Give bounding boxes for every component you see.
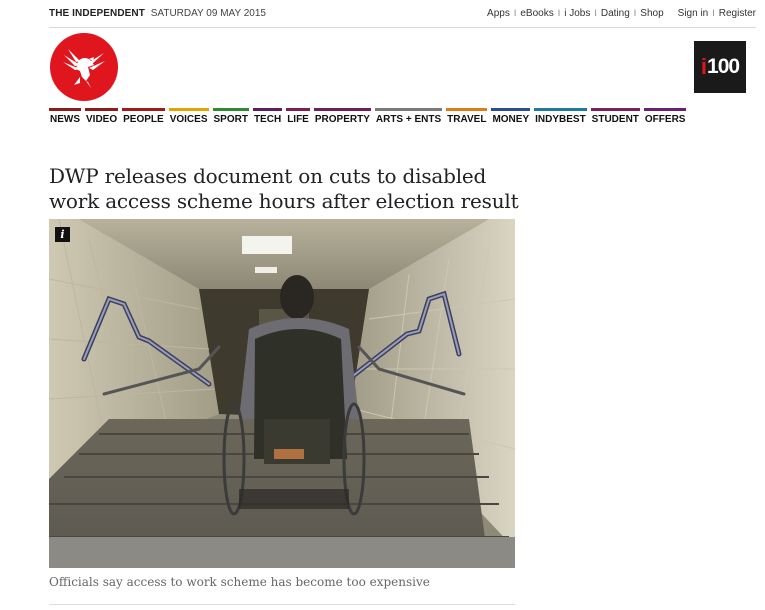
nav-item-arts-ents[interactable]: ARTS + ENTS <box>374 108 443 128</box>
nav-item-tech[interactable]: TECH <box>252 108 283 128</box>
nav-item-money[interactable]: MONEY <box>491 108 531 128</box>
info-icon[interactable]: i <box>55 227 70 242</box>
separator: I <box>513 8 517 18</box>
top-bar: THE INDEPENDENT SATURDAY 09 MAY 2015 App… <box>49 0 756 28</box>
nav-item-label: ARTS + ENTS <box>375 114 442 125</box>
i100-number: 100 <box>707 55 740 78</box>
link-ebooks[interactable]: eBooks <box>520 0 553 27</box>
nav-item-video[interactable]: VIDEO <box>85 108 119 128</box>
link-apps[interactable]: Apps <box>487 0 510 27</box>
independent-logo[interactable] <box>50 33 118 101</box>
nav-item-label: VIDEO <box>86 114 118 125</box>
nav-item-label: NEWS <box>50 114 80 125</box>
separator: I <box>712 8 715 18</box>
nav-item-label: INDYBEST <box>535 114 586 125</box>
separator: I <box>557 8 561 18</box>
eagle-icon <box>63 49 105 88</box>
nav-item-indybest[interactable]: INDYBEST <box>534 108 587 128</box>
masthead-date: SATURDAY 09 MAY 2015 <box>150 8 266 19</box>
nav-item-life[interactable]: LIFE <box>286 108 310 128</box>
separator: I <box>633 8 637 18</box>
nav-item-label: TECH <box>253 114 282 125</box>
nav-item-people[interactable]: PEOPLE <box>122 108 165 128</box>
masthead-brand[interactable]: THE INDEPENDENT <box>49 8 145 19</box>
register-link[interactable]: Register <box>719 0 756 27</box>
i100-logo[interactable]: i 100 <box>694 41 746 93</box>
nav-item-voices[interactable]: VOICES <box>168 108 209 128</box>
nav-item-offers[interactable]: OFFERS <box>643 108 687 128</box>
link-ijobs[interactable]: i Jobs <box>564 0 590 27</box>
nav-item-label: STUDENT <box>591 114 639 125</box>
divider <box>49 604 515 605</box>
sign-in-link[interactable]: Sign in <box>678 0 709 27</box>
nav-item-property[interactable]: PROPERTY <box>313 108 371 128</box>
link-shop[interactable]: Shop <box>640 0 663 27</box>
nav-item-label: MONEY <box>492 114 530 125</box>
nav-item-label: OFFERS <box>644 114 686 125</box>
nav-item-label: TRAVEL <box>447 114 487 125</box>
nav-item-label: SPORT <box>213 114 248 125</box>
nav-item-label: PEOPLE <box>123 114 164 125</box>
nav-item-sport[interactable]: SPORT <box>212 108 249 128</box>
nav-item-student[interactable]: STUDENT <box>590 108 640 128</box>
nav-item-travel[interactable]: TRAVEL <box>446 108 488 128</box>
nav-item-label: PROPERTY <box>314 114 370 125</box>
nav-item-news[interactable]: NEWS <box>49 108 81 128</box>
nav-item-label: VOICES <box>169 114 208 125</box>
link-dating[interactable]: Dating <box>601 0 630 27</box>
nav-item-label: LIFE <box>287 114 309 125</box>
article-headline: DWP releases document on cuts to disable… <box>49 164 519 213</box>
main-nav: NEWS VIDEO PEOPLE VOICES SPORT TECH LIFE PROPER… <box>49 108 687 128</box>
photo-caption: Officials say access to work scheme has … <box>49 575 430 589</box>
top-links: Apps I eBooks I i Jobs I Dating I Shop S… <box>487 0 756 27</box>
separator: I <box>594 8 597 18</box>
subway-stairs-photo <box>49 219 515 568</box>
article-photo: i <box>49 219 515 568</box>
i100-i: i <box>700 54 707 79</box>
